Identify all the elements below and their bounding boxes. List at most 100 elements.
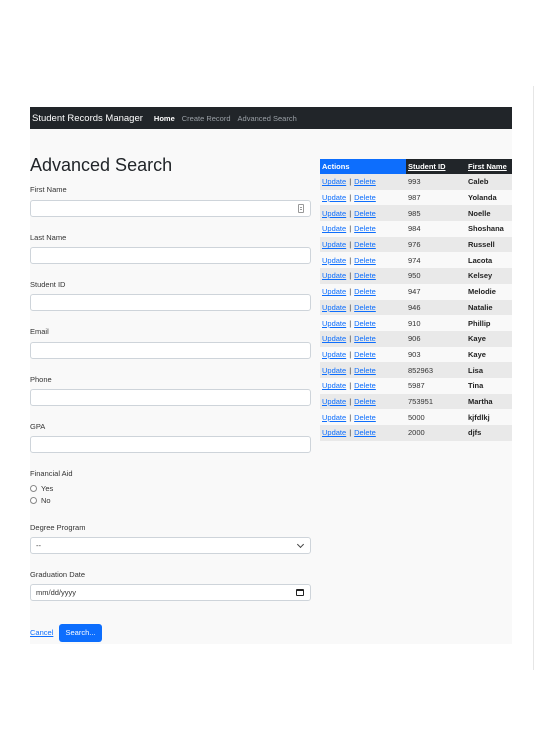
action-separator: | [349, 287, 352, 297]
delete-link[interactable]: Delete [354, 428, 376, 437]
update-link[interactable]: Update [322, 240, 346, 249]
update-link[interactable]: Update [322, 334, 346, 343]
delete-link[interactable]: Delete [354, 303, 376, 312]
nav-link-create-record[interactable]: Create Record [182, 114, 231, 123]
delete-link[interactable]: Delete [354, 177, 376, 186]
degree-program-select[interactable]: -- [30, 537, 311, 554]
radio-yes[interactable] [30, 485, 37, 492]
update-link[interactable]: Update [322, 256, 346, 265]
row-first-name: Tina [468, 381, 484, 391]
update-link[interactable]: Update [322, 397, 346, 406]
phone-input[interactable] [30, 389, 311, 406]
email-input[interactable] [30, 342, 311, 359]
update-link[interactable]: Update [322, 319, 346, 328]
window-edge [533, 86, 534, 670]
graduation-date-input[interactable]: mm/dd/yyyy [30, 584, 311, 601]
last-name-input[interactable] [30, 247, 311, 264]
update-link[interactable]: Update [322, 271, 346, 280]
row-actions: Update | Delete [320, 409, 406, 425]
row-student-id: 976 [408, 240, 421, 250]
row-actions: Update | Delete [320, 174, 406, 190]
graduation-date-label: Graduation Date [30, 570, 86, 579]
row-first-name: djfs [468, 428, 482, 438]
row-student-id: 753951 [408, 396, 434, 406]
financial-aid-yes[interactable]: Yes [30, 484, 53, 493]
delete-link[interactable]: Delete [354, 240, 376, 249]
action-separator: | [349, 255, 352, 265]
row-actions: Update | Delete [320, 205, 406, 221]
update-link[interactable]: Update [322, 413, 346, 422]
update-link[interactable]: Update [322, 366, 346, 375]
update-link[interactable]: Update [322, 177, 346, 186]
delete-link[interactable]: Delete [354, 381, 376, 390]
gpa-input[interactable] [30, 436, 311, 453]
page-title: Advanced Search [30, 155, 173, 175]
delete-link[interactable]: Delete [354, 287, 376, 296]
nav-link-advanced-search[interactable]: Advanced Search [238, 114, 297, 123]
delete-link[interactable]: Delete [354, 319, 376, 328]
delete-link[interactable]: Delete [354, 397, 376, 406]
update-link[interactable]: Update [322, 428, 346, 437]
row-student-id: 852963 [408, 365, 434, 375]
financial-aid-label: Financial Aid [30, 469, 73, 478]
table-row: Update | Delete 946 Natalie [320, 299, 512, 316]
header-student-id[interactable]: Student ID [406, 159, 466, 174]
delete-link[interactable]: Delete [354, 224, 376, 233]
delete-link[interactable]: Delete [354, 350, 376, 359]
contact-card-icon [298, 204, 304, 213]
action-separator: | [349, 208, 352, 218]
update-link[interactable]: Update [322, 381, 346, 390]
update-link[interactable]: Update [322, 350, 346, 359]
delete-link[interactable]: Delete [354, 334, 376, 343]
delete-link[interactable]: Delete [354, 271, 376, 280]
action-separator: | [349, 365, 352, 375]
page: Student Records Manager Home Create Reco… [0, 0, 537, 756]
row-first-name: Kaye [468, 349, 486, 359]
financial-aid-no[interactable]: No [30, 496, 51, 505]
update-link[interactable]: Update [322, 303, 346, 312]
delete-link[interactable]: Delete [354, 256, 376, 265]
row-actions: Update | Delete [320, 237, 406, 253]
table-row: Update | Delete 950 Kelsey [320, 268, 512, 284]
table-body: Update | Delete 993 Caleb Update | Delete 987 Yol… [320, 174, 512, 441]
delete-link[interactable]: Delete [354, 209, 376, 218]
delete-link[interactable]: Delete [354, 366, 376, 375]
delete-link[interactable]: Delete [354, 193, 376, 202]
radio-no[interactable] [30, 497, 37, 504]
row-first-name: Kaye [468, 334, 486, 344]
nav-link-home[interactable]: Home [154, 114, 175, 123]
update-link[interactable]: Update [322, 209, 346, 218]
row-first-name: Phillip [468, 318, 491, 328]
results-table: Actions Student ID First Name Update | Del… [320, 159, 512, 441]
cancel-link[interactable]: Cancel [30, 628, 53, 637]
degree-program-value: -- [36, 541, 41, 550]
first-name-input[interactable] [30, 200, 311, 217]
row-student-id: 947 [408, 287, 421, 297]
action-separator: | [349, 318, 352, 328]
action-separator: | [349, 334, 352, 344]
row-actions: Update | Delete [320, 284, 406, 300]
row-first-name: Lisa [468, 365, 484, 375]
table-row: Update | Delete 5987 Tina [320, 377, 512, 394]
row-first-name: Natalie [468, 302, 493, 312]
action-separator: | [349, 271, 352, 281]
table-header-row: Actions Student ID First Name [320, 159, 512, 174]
action-separator: | [349, 381, 352, 391]
row-actions: Update | Delete [320, 221, 406, 237]
brand-title[interactable]: Student Records Manager [32, 113, 143, 124]
table-row: Update | Delete 987 Yolanda [320, 189, 512, 206]
row-student-id: 2000 [408, 428, 425, 438]
update-link[interactable]: Update [322, 224, 346, 233]
row-student-id: 987 [408, 193, 421, 203]
header-first-name[interactable]: First Name [466, 159, 512, 174]
action-separator: | [349, 177, 352, 187]
delete-link[interactable]: Delete [354, 413, 376, 422]
search-button[interactable]: Search... [59, 624, 102, 642]
row-student-id: 993 [408, 177, 421, 187]
calendar-icon[interactable] [296, 589, 304, 596]
update-link[interactable]: Update [322, 193, 346, 202]
student-id-input[interactable] [30, 294, 311, 311]
action-separator: | [349, 396, 352, 406]
update-link[interactable]: Update [322, 287, 346, 296]
degree-program-label: Degree Program [30, 523, 86, 532]
